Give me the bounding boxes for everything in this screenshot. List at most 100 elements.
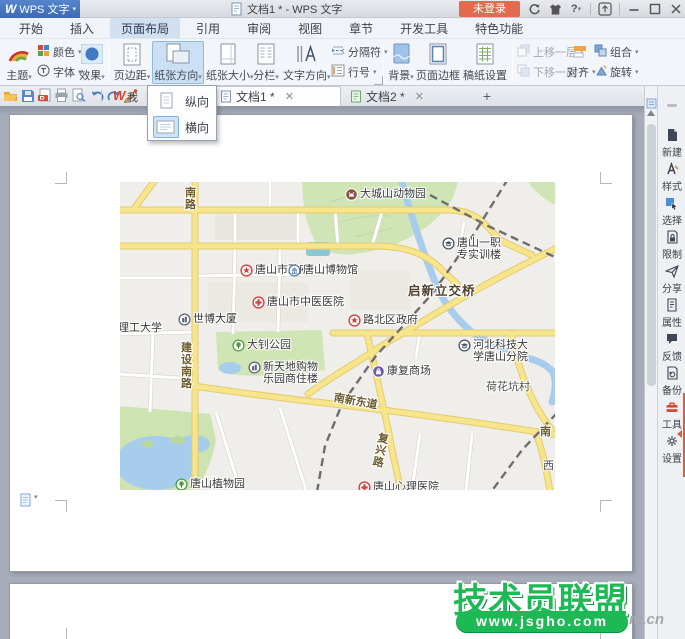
sidebar-item-backup[interactable]: 备份 bbox=[658, 366, 685, 397]
properties-icon bbox=[658, 298, 685, 313]
page-settings-floater[interactable]: ▾ bbox=[20, 493, 38, 507]
scrollbar-thumb[interactable] bbox=[647, 124, 656, 386]
close-tab-icon[interactable]: ✕ bbox=[415, 90, 424, 103]
print-icon[interactable] bbox=[54, 88, 70, 104]
divider bbox=[101, 90, 102, 102]
group-button[interactable]: 组合▾ bbox=[594, 42, 638, 61]
align-button[interactable]: 对齐▾ bbox=[567, 62, 593, 81]
divider bbox=[619, 3, 620, 15]
tab-page-layout[interactable]: 页面布局 bbox=[110, 18, 180, 38]
undo-icon[interactable] bbox=[90, 88, 106, 104]
text-direction-button[interactable]: 文字方向▾ bbox=[283, 41, 329, 84]
watermark-suffix: m.cn bbox=[629, 611, 664, 628]
tab-home[interactable]: 开始 bbox=[8, 18, 54, 38]
page-border-button[interactable]: 页面边框 bbox=[416, 41, 460, 84]
tab-developer[interactable]: 开发工具 bbox=[389, 18, 459, 38]
sync-icon[interactable] bbox=[527, 2, 541, 16]
tab-references[interactable]: 引用 bbox=[185, 18, 231, 38]
rotate-button[interactable]: 旋转▾ bbox=[594, 62, 638, 81]
ruler-toggle-icon[interactable] bbox=[646, 96, 657, 107]
ribbon: 主题▾ 颜色▾ 字体▾ 效果▾ 页边距▾ 纸张方向▾ bbox=[0, 39, 685, 86]
close-button[interactable] bbox=[669, 2, 683, 16]
export-pdf-icon[interactable] bbox=[37, 88, 53, 104]
tab-review[interactable]: 审阅 bbox=[236, 18, 282, 38]
titlebar: W WPS 文字 ▾ 文档1 * - WPS 文字 未登录 ?▾ bbox=[0, 0, 685, 18]
map-label: 路北区政府 bbox=[348, 314, 418, 327]
margins-button[interactable]: 页边距▾ bbox=[112, 41, 152, 84]
task-pane-expand-arrow[interactable] bbox=[677, 430, 682, 438]
columns-button[interactable]: 分栏▾ bbox=[250, 41, 282, 84]
sidebar-item-new[interactable]: 新建 bbox=[658, 128, 685, 159]
wps-logo-icon: W bbox=[5, 2, 16, 16]
page-border-icon bbox=[416, 42, 460, 66]
map-label: 大钊公园 bbox=[232, 339, 291, 352]
school-map-marker-icon bbox=[442, 237, 455, 250]
skin-icon[interactable] bbox=[548, 2, 562, 16]
group-icon bbox=[594, 44, 607, 60]
select-icon bbox=[658, 196, 685, 211]
maximize-button[interactable] bbox=[648, 2, 662, 16]
send-backward-button[interactable]: 下移一层▾ bbox=[517, 62, 567, 81]
print-preview-icon[interactable] bbox=[71, 88, 87, 104]
sidebar-item-tools[interactable]: 工具 bbox=[658, 400, 685, 431]
hide-ribbon-icon[interactable] bbox=[598, 2, 612, 16]
menu-item-portrait[interactable]: 纵向 bbox=[148, 88, 216, 114]
align-icon bbox=[567, 42, 593, 61]
tab-special-features[interactable]: 特色功能 bbox=[464, 18, 534, 38]
margin-mark bbox=[55, 500, 67, 512]
ribbon-tab-bar: 开始 插入 页面布局 引用 审阅 视图 章节 开发工具 特色功能 bbox=[0, 18, 685, 39]
tab-section[interactable]: 章节 bbox=[338, 18, 384, 38]
page-setup-dialog-launcher[interactable] bbox=[374, 76, 383, 85]
menu-item-landscape[interactable]: 横向 bbox=[148, 114, 216, 140]
star-map-marker-icon bbox=[348, 314, 361, 327]
manuscript-grid-button[interactable]: 稿纸设置 bbox=[462, 41, 508, 84]
save-icon[interactable] bbox=[20, 88, 36, 104]
background-button[interactable]: 背景▾ bbox=[386, 41, 416, 84]
close-tab-icon[interactable]: ✕ bbox=[285, 90, 294, 103]
page-1[interactable]: 南路大城山动物园唐山一职专实训楼唐山市政府唐山博物馆启新立交桥唐山市中医医院世博… bbox=[10, 115, 632, 571]
tab-insert[interactable]: 插入 bbox=[59, 18, 105, 38]
wps-home-tab-label[interactable]: 我 bbox=[127, 89, 138, 105]
scroll-up-arrow[interactable] bbox=[647, 110, 655, 116]
paper-size-button[interactable]: 纸张大小▾ bbox=[206, 41, 250, 84]
bring-forward-icon bbox=[517, 44, 530, 60]
fonts-button[interactable]: 字体▾ bbox=[37, 62, 81, 81]
margins-icon bbox=[112, 42, 152, 66]
sidebar-item-settings[interactable]: 设置 bbox=[658, 434, 685, 465]
open-icon[interactable] bbox=[3, 88, 19, 104]
wps-home-tab-icon[interactable]: W bbox=[113, 88, 125, 103]
effects-button[interactable]: 效果▾ bbox=[78, 41, 106, 84]
breaks-button[interactable]: 分隔符▾ bbox=[331, 42, 383, 61]
map-image[interactable]: 南路大城山动物园唐山一职专实训楼唐山市政府唐山博物馆启新立交桥唐山市中医医院世博… bbox=[120, 182, 555, 490]
minimize-button[interactable] bbox=[627, 2, 641, 16]
watermark-url: www.jsgho.com bbox=[456, 611, 628, 632]
sidebar-item-styles[interactable]: 样式 bbox=[658, 162, 685, 193]
map-label: 建设南路 bbox=[180, 342, 193, 390]
backup-icon bbox=[658, 366, 685, 381]
doc-tab-1[interactable]: 文档1 * ✕ bbox=[213, 86, 341, 106]
new-tab-button[interactable]: + bbox=[478, 86, 496, 106]
paper-orientation-menu: 纵向 横向 bbox=[147, 85, 217, 141]
manuscript-grid-icon bbox=[462, 42, 508, 66]
tab-view[interactable]: 视图 bbox=[287, 18, 333, 38]
map-labels-layer: 南路大城山动物园唐山一职专实训楼唐山市政府唐山博物馆启新立交桥唐山市中医医院世博… bbox=[120, 182, 555, 490]
colors-button[interactable]: 颜色▾ bbox=[37, 42, 81, 61]
paper-orientation-button[interactable]: 纸张方向▾ bbox=[152, 41, 204, 84]
wps-menu-button[interactable]: W WPS 文字 ▾ bbox=[0, 0, 80, 18]
wps-writer-window: W WPS 文字 ▾ 文档1 * - WPS 文字 未登录 ?▾ 开始 插入 页… bbox=[0, 0, 685, 639]
font-icon bbox=[37, 64, 50, 80]
help-icon[interactable]: ?▾ bbox=[569, 2, 583, 16]
theme-button[interactable]: 主题▾ bbox=[2, 41, 36, 84]
sidebar-item-restrict[interactable]: 限制 bbox=[658, 230, 685, 261]
sidebar-item-select[interactable]: 选择 bbox=[658, 196, 685, 227]
rotate-icon bbox=[594, 64, 607, 80]
bring-forward-button[interactable]: 上移一层▾ bbox=[517, 42, 567, 61]
sidebar-item-share[interactable]: 分享 bbox=[658, 264, 685, 295]
login-button[interactable]: 未登录 bbox=[459, 1, 520, 17]
sidebar-item-properties[interactable]: 属性 bbox=[658, 298, 685, 329]
building-map-marker-icon bbox=[248, 361, 261, 374]
sidebar-handle[interactable] bbox=[667, 104, 677, 107]
sidebar-item-feedback[interactable]: 反馈 bbox=[658, 332, 685, 363]
wps-menu-label: WPS 文字 bbox=[19, 1, 69, 17]
doc-tab-2[interactable]: 文档2 * ✕ bbox=[344, 86, 474, 106]
